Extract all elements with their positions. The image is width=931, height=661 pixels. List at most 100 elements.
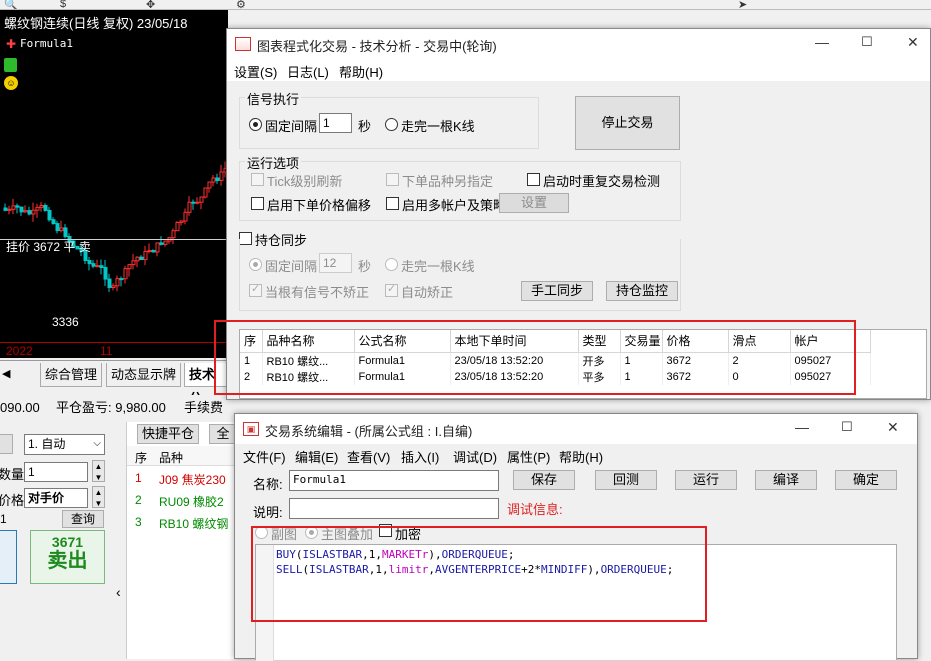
list-item[interactable]: 2 RU09 橡胶2 [127,490,237,512]
candle-body [59,227,64,232]
collapse-arrow-icon[interactable]: ‹ [116,584,121,600]
sync-interval-input[interactable]: 12 [319,253,352,273]
seconds-label: 秒 [358,119,372,134]
account-summary: 090.00 平仓盈亏: 9,980.00 手续费 [0,395,240,421]
candle-body [171,230,176,239]
editor-close-icon[interactable]: ✕ [887,419,899,436]
candle-body [151,250,156,253]
order-side-button[interactable] [0,434,13,454]
all-button[interactable]: 全 [209,424,237,444]
position-no: 1 [135,471,142,485]
buy-button[interactable] [0,530,17,584]
qty-label: 数量 [0,467,25,482]
candle-body [183,211,188,222]
sync-seconds-label: 秒 [358,259,372,274]
editor-minimize-icon[interactable]: — [795,419,809,435]
restart-check-checkbox[interactable] [527,173,540,186]
debug-info-label: 调试信息: [507,502,563,517]
formula-label[interactable]: Formula1 [20,37,73,50]
editor-window-title: 交易系统编辑 - (所属公式组 : I.自编) [265,424,473,439]
move-icon[interactable]: ✥ [146,0,155,9]
highlight-box-signals [214,320,856,395]
candle-body [55,223,60,232]
other-symbol-label: 下单品种另指定 [402,174,494,189]
quick-close-button[interactable]: 快捷平仓 [137,424,199,444]
editor-window-titlebar[interactable]: ▣ 交易系统编辑 - (所属公式组 : I.自编) — ☐ ✕ [235,414,917,444]
name-input[interactable]: Formula1 [289,470,499,491]
fixed-interval-radio[interactable] [249,118,262,131]
other-symbol-checkbox[interactable] [386,173,399,186]
tab-scroll-left-icon[interactable]: ◀ [2,367,10,380]
desc-label: 说明: [253,505,283,520]
signal-group-label: 信号执行 [245,89,302,108]
candle-body [163,240,168,245]
editor-menu-item[interactable]: 属性(P) [507,447,550,466]
candle-body [39,205,44,208]
tab-dynamic-board[interactable]: 动态显示牌 [106,363,182,387]
editor-button[interactable]: 回测 [595,470,657,490]
trade-window-titlebar[interactable]: 图表程式化交易 - 技术分析 - 交易中(轮询) — ☐ ✕ [227,29,930,59]
editor-menu-item[interactable]: 调试(D) [453,447,497,466]
menu-settings[interactable]: 设置(S) [234,62,277,81]
zoom-icon[interactable]: 🔍 [4,0,18,9]
interval-input[interactable]: 1 [319,113,352,133]
position-monitor-button[interactable]: 持仓监控 [606,281,678,301]
tick-refresh-checkbox[interactable] [251,173,264,186]
editor-button[interactable]: 编译 [755,470,817,490]
editor-menu-item[interactable]: 编辑(E) [295,447,338,466]
settings-button[interactable]: 设置 [499,193,569,213]
candle-body [35,206,40,211]
editor-menu-item[interactable]: 文件(F) [243,447,286,466]
menu-log[interactable]: 日志(L) [287,62,329,81]
no-correct-checkbox[interactable] [249,282,262,297]
candle-body [139,256,144,261]
list-item[interactable]: 3 RB10 螺纹钢 [127,512,237,534]
qty-stepper[interactable]: ▲ ▼ [92,460,105,482]
maximize-icon[interactable]: ☐ [861,34,873,50]
list-item[interactable]: 1 J09 焦炭230 [127,468,237,490]
qty-input[interactable]: 1 [24,462,88,482]
tab-general[interactable]: 综合管理 [40,363,103,387]
editor-menu-item[interactable]: 插入(I) [401,447,439,466]
sync-after-kline-radio[interactable] [385,258,398,271]
editor-button[interactable]: 确定 [835,470,897,490]
multi-account-checkbox[interactable] [386,197,399,210]
cursor-icon[interactable]: ➤ [738,0,747,9]
sell-button[interactable]: 3671 卖出 [30,530,105,584]
editor-menu-item[interactable]: 查看(V) [347,447,390,466]
app-icon [235,37,251,51]
dollar-icon[interactable]: $ [60,0,66,9]
price-input[interactable]: 对手价 [24,488,88,508]
summary-value: 090.00 [0,400,40,415]
editor-button[interactable]: 运行 [675,470,737,490]
editor-button[interactable]: 保存 [513,470,575,490]
mode-select[interactable]: 1. 自动 ⌵ [24,434,105,455]
smiley-icon[interactable]: ☺ [4,76,18,90]
menu-help[interactable]: 帮助(H) [339,62,383,81]
sync-fixed-interval-radio[interactable] [249,258,262,271]
price-stepper[interactable]: ▲ ▼ [92,486,105,508]
minimize-icon[interactable]: — [815,34,829,50]
stop-trading-button[interactable]: 停止交易 [575,96,680,150]
kline-chart[interactable]: 螺纹钢连续(日线 复权) 23/05/18 ✚ Formula1 ☺ 挂价 36… [0,10,228,358]
lock-icon[interactable] [4,58,17,72]
name-label: 名称: [253,477,283,492]
manual-sync-button[interactable]: 手工同步 [521,281,593,301]
position-no: 3 [135,515,142,529]
candle-body [103,266,108,280]
desc-input[interactable] [289,498,499,519]
candle-body [191,201,196,204]
editor-maximize-icon[interactable]: ☐ [841,419,853,435]
after-kline-radio[interactable] [385,118,398,131]
gear-icon[interactable]: ⚙ [236,0,246,9]
editor-menu-item[interactable]: 帮助(H) [559,447,603,466]
candle-body [87,260,92,265]
candle-body [159,242,164,245]
price-offset-checkbox[interactable] [251,197,264,210]
axis-year: 2022 [6,344,33,358]
auto-correct-checkbox[interactable] [385,282,398,297]
query-button[interactable]: 查询 [62,510,104,528]
candle-body [187,201,192,213]
close-profit: 平仓盈亏: 9,980.00 [56,400,166,415]
close-icon[interactable]: ✕ [907,34,919,51]
